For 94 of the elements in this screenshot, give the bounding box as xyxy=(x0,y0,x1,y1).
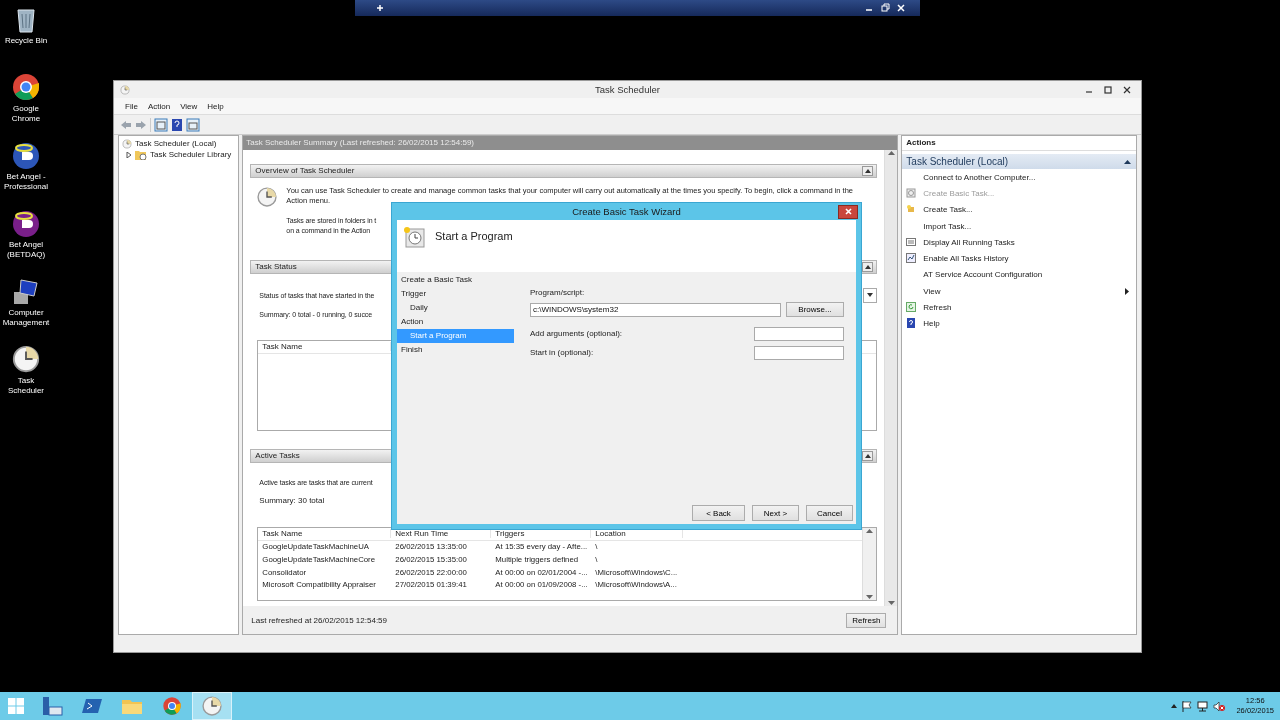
desktop-icon-label[interactable]: Task Scheduler xyxy=(0,376,52,396)
window-title: Task Scheduler xyxy=(595,84,660,95)
close-button[interactable] xyxy=(838,204,858,219)
collapse-button[interactable] xyxy=(862,261,874,272)
action-item[interactable]: AT Service Account Configuration xyxy=(902,266,1136,284)
help-icon xyxy=(906,318,917,329)
dialog-button[interactable]: Next > xyxy=(752,505,799,521)
close-icon xyxy=(1122,85,1131,94)
show-hidden-icon[interactable] xyxy=(1171,704,1178,708)
program-field[interactable]: c:\WINDOWS\system32 xyxy=(530,302,781,317)
browse-button[interactable]: Browse... xyxy=(786,302,844,317)
page-heading: Start a Program xyxy=(435,230,513,242)
field-label: Start in (optional): xyxy=(530,348,594,357)
clock-icon xyxy=(122,138,132,149)
app-clock-icon xyxy=(120,84,130,95)
menu-item[interactable]: Help xyxy=(202,101,229,111)
action-item[interactable]: Help xyxy=(902,315,1136,332)
section-title: Overview of Task Scheduler xyxy=(255,166,355,176)
caret-icon xyxy=(867,293,874,297)
refresh-icon xyxy=(906,302,917,312)
group-header[interactable]: Task Scheduler (Local) xyxy=(902,154,1136,169)
desktop-icon-label[interactable]: Computer Management xyxy=(0,308,52,328)
caret-icon xyxy=(1124,159,1131,164)
desktop-icon-label[interactable]: Bet Angel (BETDAQ) xyxy=(0,240,52,260)
windows-logo-icon xyxy=(8,698,24,714)
pin-icon[interactable] xyxy=(375,3,385,13)
action-item[interactable]: Connect to Another Computer... xyxy=(902,169,1136,186)
close-icon[interactable] xyxy=(896,3,906,13)
wizard-step[interactable]: Action xyxy=(397,315,514,329)
speaker-muted-icon[interactable] xyxy=(1213,700,1226,712)
wizard-step[interactable]: Trigger xyxy=(397,287,514,301)
restore-icon[interactable] xyxy=(880,3,890,13)
task-icon xyxy=(906,204,917,215)
menu-item[interactable]: File xyxy=(120,101,143,111)
toolbox-icon[interactable] xyxy=(40,695,64,717)
list-icon xyxy=(906,236,917,247)
round-logo-icon xyxy=(11,208,41,238)
wizard-icon xyxy=(906,187,917,198)
caret-icon xyxy=(864,453,871,458)
caret-icon xyxy=(864,264,871,269)
menu-item[interactable]: View xyxy=(175,101,203,111)
caret-icon xyxy=(864,168,871,173)
period-dropdown[interactable] xyxy=(863,287,878,303)
status-text: Last refreshed at 26/02/2015 12:54:59 xyxy=(251,615,387,625)
close-icon xyxy=(844,208,852,215)
collapse-button[interactable] xyxy=(862,165,874,176)
wizard-clock-icon xyxy=(403,226,425,248)
desktop-icon-label[interactable]: Recycle Bin xyxy=(0,36,52,46)
wizard-step[interactable]: Daily xyxy=(397,301,514,315)
collapse-button[interactable] xyxy=(862,450,874,461)
clock-icon xyxy=(256,185,279,208)
clock-icon xyxy=(11,344,41,374)
scroll-down-icon[interactable] xyxy=(887,601,895,606)
wizard-step[interactable]: Create a Basic Task xyxy=(397,273,514,287)
action-item[interactable]: Import Task... xyxy=(902,217,1136,235)
dialog-title: Create Basic Task Wizard xyxy=(572,206,681,217)
action-item[interactable]: Display All Running Tasks xyxy=(902,234,1136,251)
dialog-button[interactable]: < Back xyxy=(692,505,745,521)
field-label: Add arguments (optional): xyxy=(530,329,623,338)
folder-clock-icon xyxy=(135,149,147,160)
field-label: Program/script: xyxy=(530,288,586,297)
summary-text: Summary: 30 total xyxy=(259,495,325,505)
flag-icon[interactable] xyxy=(1182,700,1193,712)
clock-icon[interactable] xyxy=(201,695,223,717)
tree-item[interactable]: Task Scheduler Library xyxy=(150,150,232,159)
dialog-button[interactable]: Cancel xyxy=(806,505,853,521)
history-icon xyxy=(906,253,917,264)
scroll-up-icon[interactable] xyxy=(866,527,874,533)
action-item[interactable]: View xyxy=(902,283,1136,300)
section-title: Active Tasks xyxy=(255,451,300,461)
desktop-icon-label[interactable]: Bet Angel - Professional xyxy=(0,172,52,192)
ring-logo-icon[interactable] xyxy=(162,696,182,716)
input-field[interactable] xyxy=(754,345,844,360)
monitor-icon xyxy=(11,276,41,306)
action-item[interactable]: Refresh xyxy=(902,299,1136,316)
tree-item[interactable]: Task Scheduler (Local) xyxy=(135,139,217,148)
desktop-icon-label[interactable]: Google Chrome xyxy=(0,104,52,124)
scroll-down-icon[interactable] xyxy=(866,594,874,600)
action-item[interactable]: Enable All Tasks History xyxy=(902,250,1136,267)
collapsed-arrow-icon[interactable] xyxy=(126,151,132,158)
taskbar-button-active[interactable] xyxy=(192,692,232,720)
maximize-icon xyxy=(1103,85,1112,94)
refresh-button[interactable]: Refresh xyxy=(846,612,887,628)
ring-logo-icon xyxy=(11,72,41,102)
network-icon[interactable] xyxy=(1197,700,1209,712)
help-icon[interactable] xyxy=(171,117,183,132)
menu-item[interactable]: Action xyxy=(142,101,176,111)
round-logo-icon xyxy=(11,140,41,170)
action-item[interactable]: Create Task... xyxy=(902,201,1136,218)
input-field[interactable] xyxy=(754,326,844,341)
pane-header: Actions xyxy=(902,136,1136,151)
pane-header: Task Scheduler Summary (Last refreshed: 26/02/2015 12:54:59) xyxy=(243,136,898,150)
section-title: Task Status xyxy=(255,262,297,272)
wizard-step[interactable]: Finish xyxy=(397,343,514,357)
